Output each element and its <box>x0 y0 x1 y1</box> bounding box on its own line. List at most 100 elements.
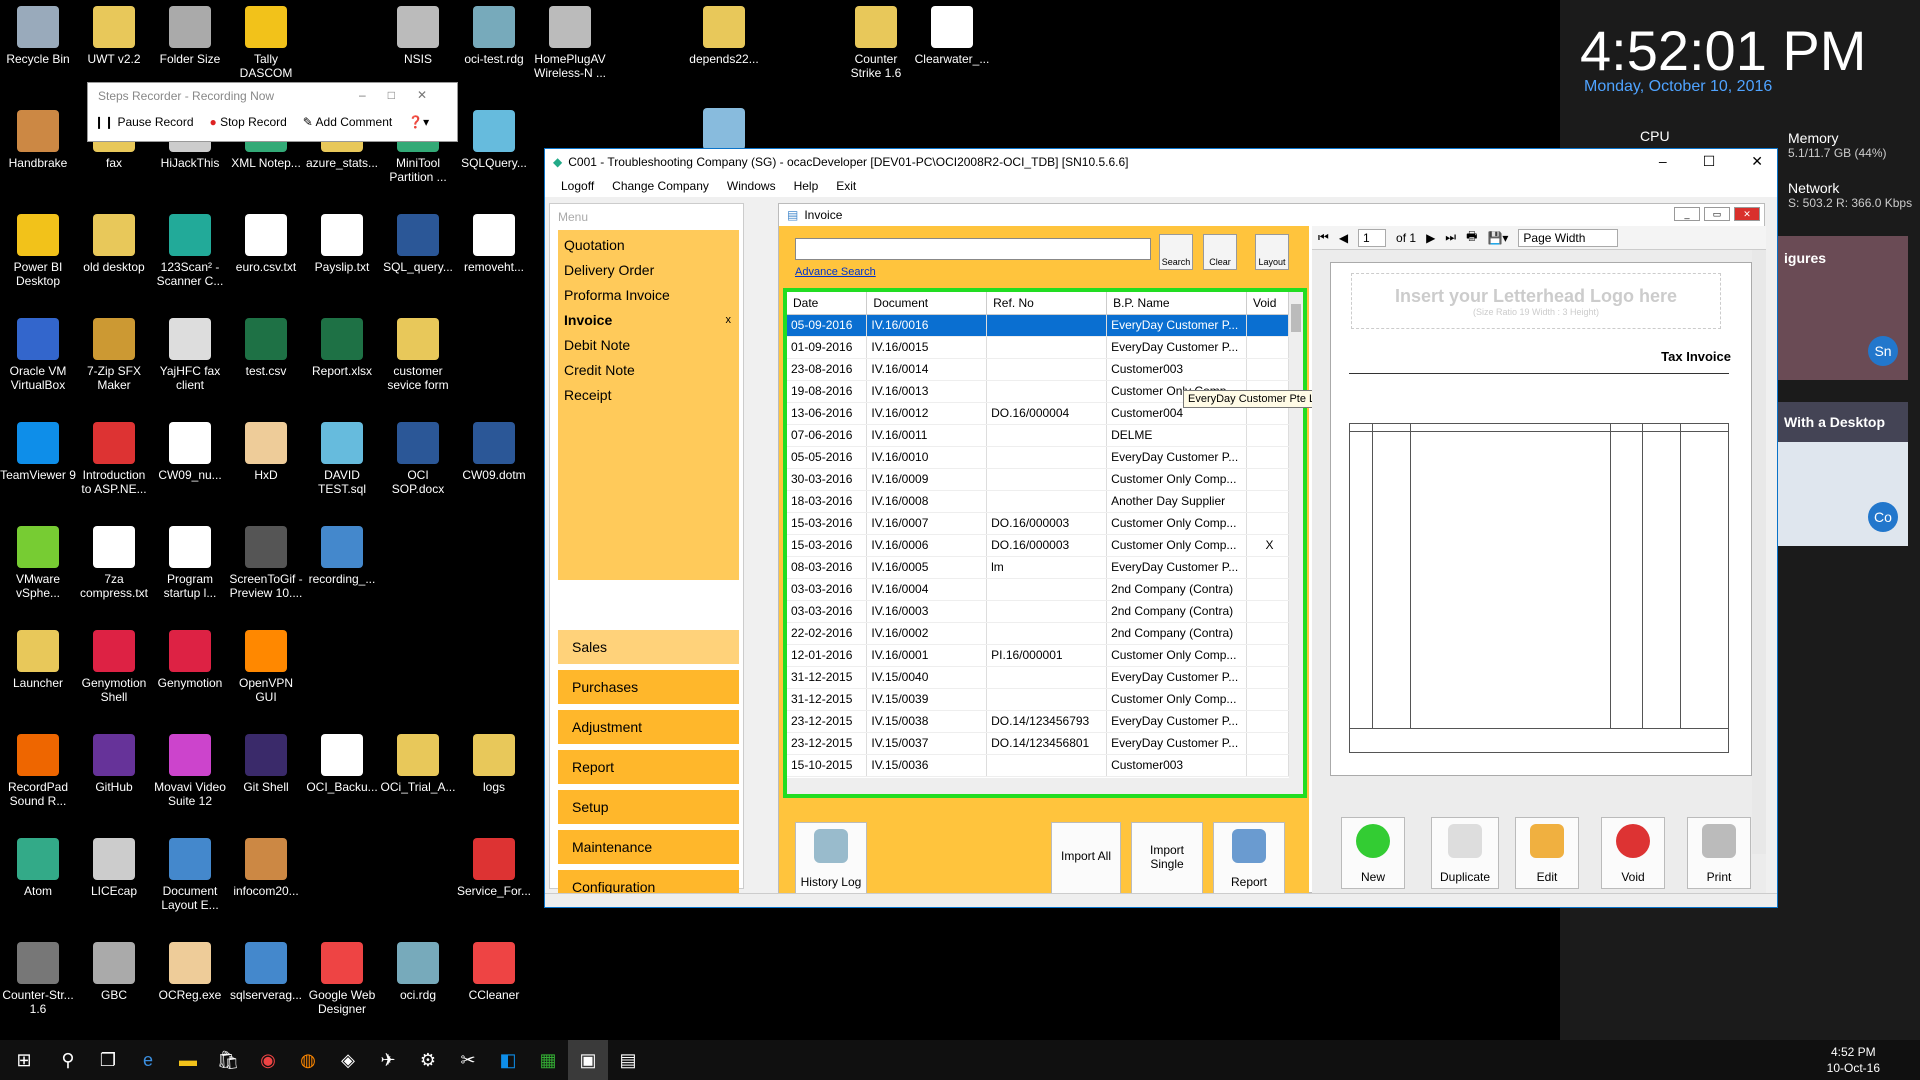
desktop-icon[interactable]: GBC <box>76 942 152 1002</box>
close-icon[interactable]: ✕ <box>1734 207 1760 221</box>
window-controls[interactable]: –□✕ <box>359 88 449 102</box>
clear-button[interactable]: Clear <box>1203 234 1237 270</box>
desktop-icon[interactable]: YajHFC fax client <box>152 318 228 392</box>
sidebar-item-credit-note[interactable]: Credit Note <box>564 359 733 384</box>
search-input[interactable] <box>795 238 1151 260</box>
restore-icon[interactable]: ▭ <box>1704 207 1730 221</box>
stop-record-button[interactable]: ● Stop Record <box>210 115 287 129</box>
desktop-icon[interactable]: Payslip.txt <box>304 214 380 274</box>
desktop-icon[interactable]: HomePlugAV Wireless-N ... <box>532 6 608 80</box>
col-bp-name[interactable]: B.P. Name <box>1106 292 1248 315</box>
desktop-icon[interactable]: Folder Size <box>152 6 228 66</box>
window-horizontal-scrollbar[interactable] <box>545 893 1777 907</box>
desktop-icon[interactable]: test.csv <box>228 318 304 378</box>
pause-record-button[interactable]: ❙❙ Pause Record <box>94 115 194 129</box>
app-icon[interactable]: ◈ <box>328 1040 368 1080</box>
news-tile-figures[interactable]: igures Sn <box>1778 236 1908 380</box>
prev-page-icon[interactable]: ◀ <box>1339 231 1348 245</box>
menu-exit[interactable]: Exit <box>836 179 856 193</box>
desktop-icon[interactable]: Oracle VM VirtualBox <box>0 318 76 392</box>
desktop-icon[interactable]: Counter Strike 1.6 <box>838 6 914 80</box>
desktop-icon[interactable]: ScreenToGif - Preview 10.... <box>228 526 304 600</box>
sidebar-item-receipt[interactable]: Receipt <box>564 384 733 409</box>
desktop-icon[interactable]: Counter-Str... 1.6 <box>0 942 76 1016</box>
firefox-icon[interactable]: ◍ <box>288 1040 328 1080</box>
help-icon[interactable]: ❓▾ <box>408 115 429 129</box>
desktop-icon[interactable]: SQL_query... <box>380 214 456 274</box>
desktop-icon[interactable]: CW09.dotm <box>456 422 532 482</box>
desktop-icon[interactable]: Recycle Bin <box>0 6 76 66</box>
page-number-input[interactable]: 1 <box>1358 228 1387 247</box>
desktop-icon[interactable]: VMware vSphe... <box>0 526 76 600</box>
table-row[interactable]: 31-12-2015 IV.15/0040 EveryDay Customer P.… <box>787 666 1289 689</box>
group-setup[interactable]: Setup <box>558 790 739 824</box>
print-icon[interactable]: 🖶 <box>1466 227 1477 248</box>
desktop-icon[interactable]: infocom20... <box>228 838 304 898</box>
desktop-icon[interactable]: 123Scan² - Scanner C... <box>152 214 228 288</box>
news-tile-desktop[interactable]: With a Desktop Co <box>1778 402 1908 546</box>
desktop-icon[interactable]: OpenVPN GUI <box>228 630 304 704</box>
group-sales[interactable]: Sales <box>558 630 739 664</box>
new-button[interactable]: New <box>1341 817 1405 889</box>
app-titlebar[interactable]: ◆ C001 - Troubleshooting Company (SG) - … <box>545 149 1777 175</box>
start-button[interactable]: ⊞ <box>0 1040 48 1080</box>
maximize-icon[interactable]: ☐ <box>1703 153 1716 170</box>
system-clock[interactable]: 4:52 PM 10-Oct-16 <box>1827 1044 1880 1076</box>
report-button[interactable]: Report <box>1213 822 1285 894</box>
app-icon[interactable]: ✈ <box>368 1040 408 1080</box>
table-row[interactable]: 18-03-2016 IV.16/0008 Another Day Supplier <box>787 490 1289 513</box>
desktop-icon[interactable]: SQLQuery... <box>456 110 532 170</box>
table-row[interactable]: 01-09-2016 IV.16/0015 EveryDay Customer P.… <box>787 336 1289 359</box>
table-row[interactable]: 05-09-2016 IV.16/0016 EveryDay Customer P.… <box>787 314 1289 337</box>
desktop-icon[interactable]: 7za compress.txt <box>76 526 152 600</box>
sidebar-item-proforma-invoice[interactable]: Proforma Invoice <box>564 284 733 309</box>
desktop-icon[interactable]: Google Web Designer <box>304 942 380 1016</box>
desktop-icon[interactable]: LICEcap <box>76 838 152 898</box>
desktop-icon[interactable]: Clearwater_... <box>914 6 990 66</box>
desktop-icon[interactable]: Program startup l... <box>152 526 228 600</box>
close-icon[interactable]: ✕ <box>1751 153 1763 170</box>
desktop-icon[interactable]: depends22... <box>686 6 762 66</box>
first-page-icon[interactable]: ⏮ <box>1318 230 1329 245</box>
close-tab-icon[interactable]: x <box>726 309 732 331</box>
table-row[interactable]: 03-03-2016 IV.16/0003 2nd Company (Contra) <box>787 600 1289 623</box>
desktop-icon[interactable]: Movavi Video Suite 12 <box>152 734 228 808</box>
grid-horizontal-scrollbar[interactable] <box>787 778 1303 794</box>
desktop-icon[interactable]: Document Layout E... <box>152 838 228 912</box>
desktop-icon[interactable]: OCI SOP.docx <box>380 422 456 496</box>
edge-icon[interactable]: e <box>128 1040 168 1080</box>
desktop-icon[interactable]: RecordPad Sound R... <box>0 734 76 808</box>
desktop-icon[interactable]: logs <box>456 734 532 794</box>
menu-help[interactable]: Help <box>794 179 819 193</box>
desktop-icon[interactable]: Service_For... <box>456 838 532 898</box>
desktop-icon[interactable]: OCi_Trial_A... <box>380 734 456 794</box>
task-view-icon[interactable]: ❐ <box>88 1040 128 1080</box>
desktop-icon[interactable]: OCI_Backu... <box>304 734 380 794</box>
app-icon[interactable]: ✂ <box>448 1040 488 1080</box>
history-log-button[interactable]: History Log <box>795 822 867 894</box>
sidebar-item-debit-note[interactable]: Debit Note <box>564 334 733 359</box>
group-adjustment[interactable]: Adjustment <box>558 710 739 744</box>
table-row[interactable]: 07-06-2016 IV.16/0011 DELME <box>787 424 1289 447</box>
desktop-icon[interactable]: NSIS <box>380 6 456 66</box>
table-row[interactable]: 08-03-2016 IV.16/0005 lm EveryDay Customer … <box>787 556 1289 579</box>
teamviewer-icon[interactable]: ◧ <box>488 1040 528 1080</box>
next-page-icon[interactable]: ▶ <box>1426 231 1435 245</box>
col-ref-no[interactable]: Ref. No <box>986 292 1108 315</box>
desktop-icon[interactable]: TeamViewer 9 <box>0 422 76 482</box>
col-document[interactable]: Document <box>866 292 988 315</box>
table-row[interactable]: 23-08-2016 IV.16/0014 Customer003 <box>787 358 1289 381</box>
desktop-icon[interactable]: DAVID TEST.sql <box>304 422 380 496</box>
add-comment-button[interactable]: ✎ Add Comment <box>303 115 392 129</box>
search-button[interactable]: Search <box>1159 234 1193 270</box>
desktop-icon[interactable]: Tally DASCOM <box>228 6 304 80</box>
export-icon[interactable]: 💾▾ <box>1487 231 1508 245</box>
group-maintenance[interactable]: Maintenance <box>558 830 739 864</box>
chrome-icon[interactable]: ◉ <box>248 1040 288 1080</box>
desktop-icon[interactable]: old desktop <box>76 214 152 274</box>
table-row[interactable]: 15-10-2015 IV.15/0036 Customer003 <box>787 754 1289 777</box>
desktop-icon[interactable]: removeht... <box>456 214 532 274</box>
desktop-icon[interactable]: Introduction to ASP.NE... <box>76 422 152 496</box>
table-row[interactable]: 15-03-2016 IV.16/0006 DO.16/000003 Customer… <box>787 534 1289 557</box>
advanced-search-link[interactable]: Advance Search <box>795 266 876 278</box>
